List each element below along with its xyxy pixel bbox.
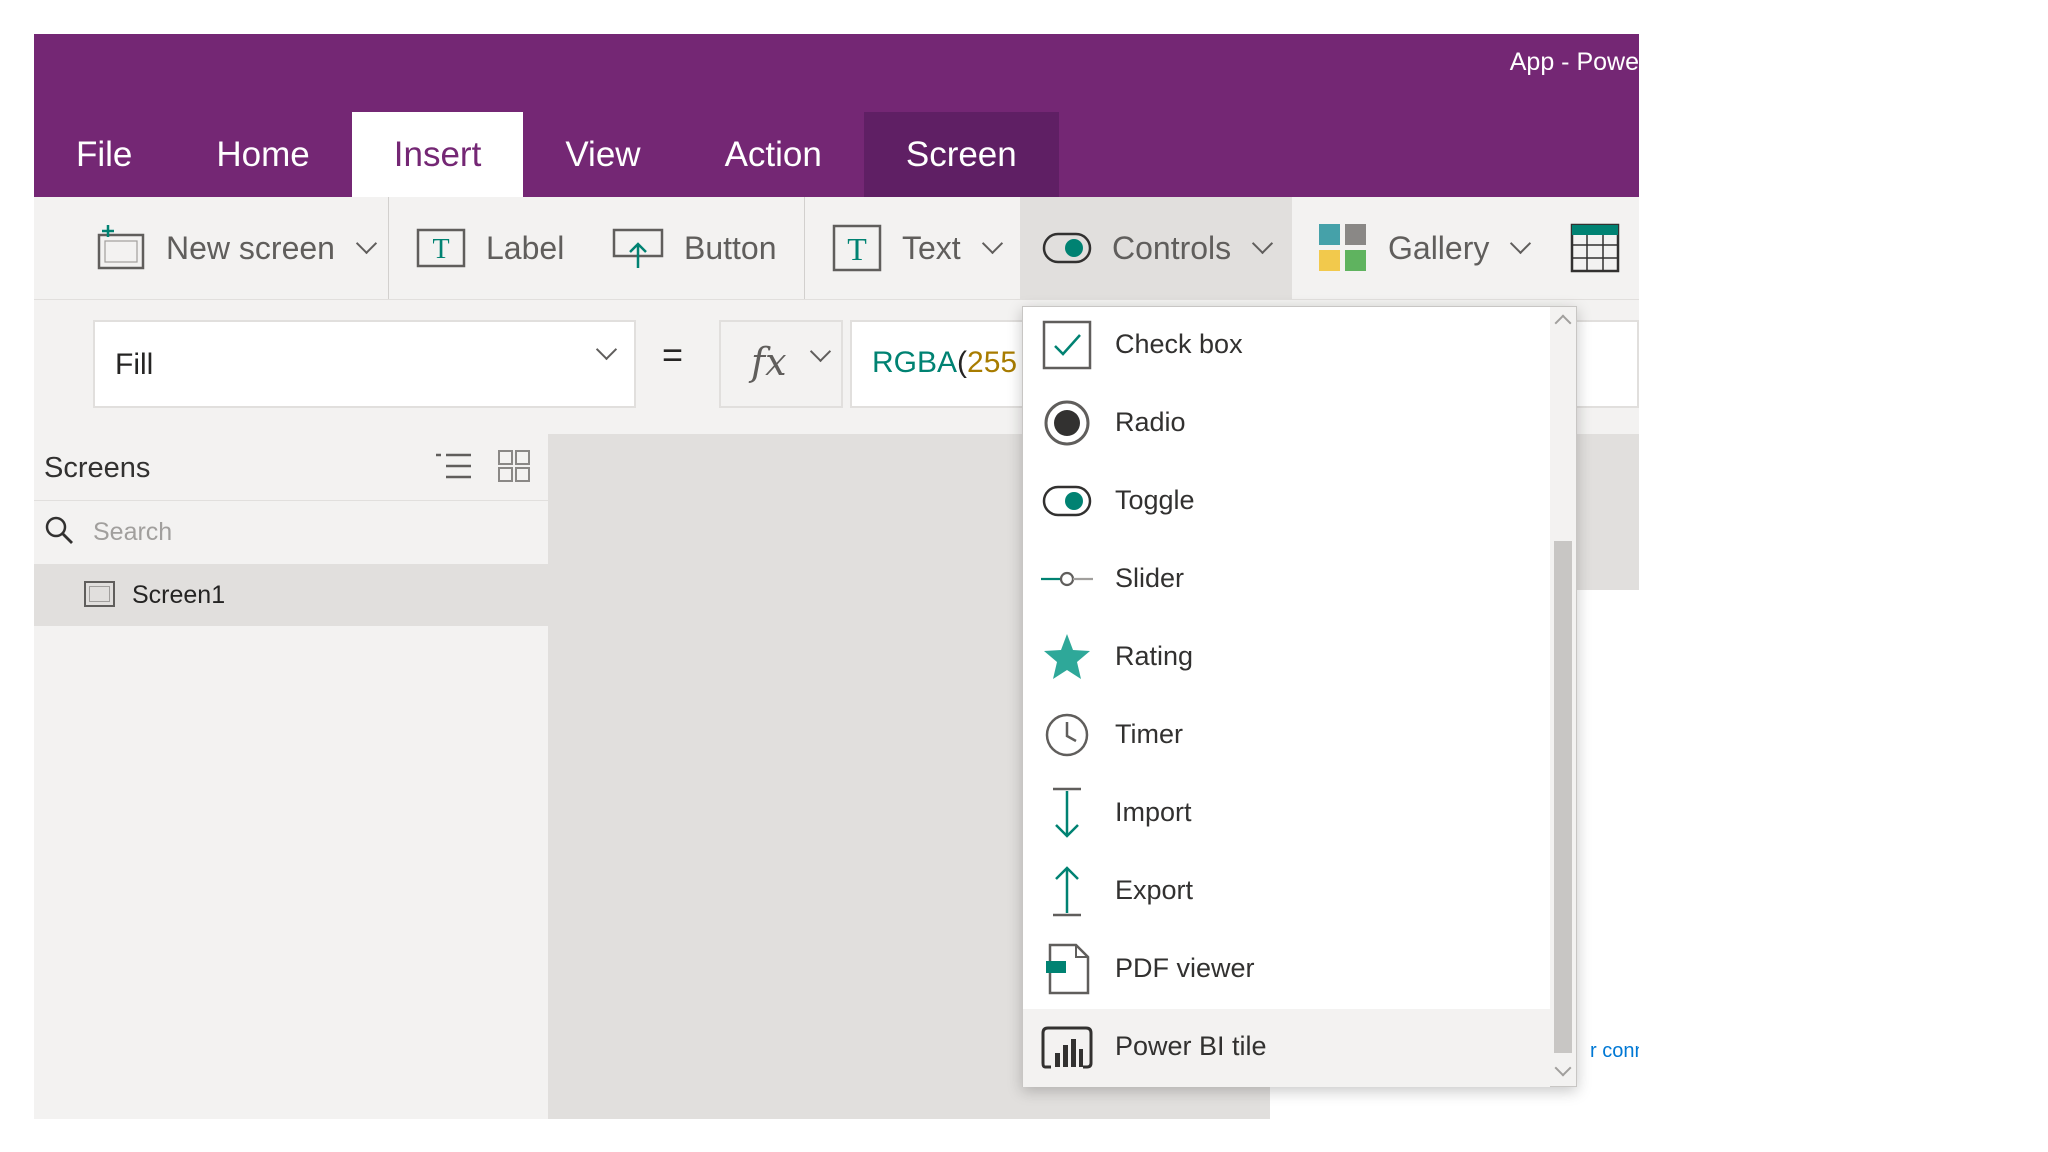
- svg-text:T: T: [432, 234, 449, 265]
- menu-item-rating[interactable]: Rating: [1023, 619, 1550, 697]
- new-screen-label: New screen: [166, 229, 335, 266]
- menu-item-label: Toggle: [1115, 485, 1195, 515]
- menu-item-toggle[interactable]: Toggle: [1023, 463, 1550, 541]
- tab-screen[interactable]: Screen: [863, 112, 1059, 197]
- pdf-icon: [1041, 943, 1093, 995]
- chevron-down-icon: [355, 232, 378, 254]
- chevron-down-icon: [981, 232, 1003, 254]
- menu-item-export[interactable]: Export: [1023, 853, 1550, 931]
- fx-button[interactable]: fx: [719, 320, 843, 408]
- controls-label: Controls: [1112, 229, 1232, 266]
- property-dropdown[interactable]: Fill: [93, 320, 636, 408]
- menu-item-timer[interactable]: Timer: [1023, 697, 1550, 775]
- svg-text:T: T: [847, 231, 867, 267]
- formula-function: RGBA: [872, 346, 958, 379]
- table-icon: [1570, 223, 1620, 273]
- button-icon: [612, 226, 664, 270]
- equals-sign: =: [662, 334, 684, 375]
- menu-item-power-bi-tile[interactable]: Power BI tile: [1023, 1009, 1550, 1087]
- tab-insert[interactable]: Insert: [351, 112, 524, 197]
- app-title: App - Powe: [1509, 48, 1639, 76]
- gallery-label: Gallery: [1388, 229, 1490, 266]
- toggle-icon: [1042, 231, 1092, 265]
- menu-item-label: PDF viewer: [1115, 953, 1255, 983]
- formula-number: 255: [967, 346, 1018, 379]
- title-bar: App - Powe File Home Insert View Action …: [34, 34, 1639, 197]
- ribbon-divider: [804, 197, 805, 299]
- list-view-icon[interactable]: [436, 450, 472, 487]
- chevron-down-icon: [1510, 232, 1532, 254]
- radio-icon: [1041, 397, 1093, 449]
- screen-list-item[interactable]: Screen1: [34, 564, 548, 626]
- scroll-down-icon[interactable]: [1554, 1059, 1572, 1077]
- chevron-down-icon: [595, 338, 618, 361]
- ribbon-tabs: File Home Insert View Action Screen: [34, 112, 1059, 197]
- scrollbar-thumb[interactable]: [1554, 541, 1572, 1053]
- slider-icon: [1041, 553, 1093, 605]
- menu-item-pdf-viewer[interactable]: PDF viewer: [1023, 931, 1550, 1009]
- tab-home[interactable]: Home: [174, 112, 351, 197]
- chevron-down-icon: [809, 340, 832, 363]
- label-label: Label: [486, 229, 565, 266]
- button-button[interactable]: Button: [612, 197, 777, 299]
- insert-ribbon: New screen T Label Button T Text Control…: [34, 197, 1639, 300]
- menu-item-label: Timer: [1115, 719, 1183, 749]
- thumbnail-view-icon[interactable]: [498, 450, 530, 487]
- clock-icon: [1041, 709, 1093, 761]
- tab-action[interactable]: Action: [683, 112, 864, 197]
- search-icon: [44, 515, 74, 550]
- controls-button[interactable]: Controls: [1020, 197, 1292, 299]
- menu-item-label: Export: [1115, 875, 1194, 905]
- toggle-icon: [1041, 475, 1093, 527]
- checkbox-icon: [1041, 319, 1093, 371]
- screen-icon: [84, 581, 115, 607]
- new-screen-icon: [96, 225, 146, 271]
- chevron-down-icon: [1252, 232, 1274, 254]
- menu-item-check-box[interactable]: Check box: [1023, 307, 1550, 385]
- menu-item-label: Radio: [1115, 407, 1186, 437]
- scroll-up-icon[interactable]: [1554, 314, 1572, 332]
- button-label: Button: [684, 229, 777, 266]
- property-value: Fill: [115, 348, 154, 381]
- tab-view[interactable]: View: [523, 112, 682, 197]
- pane-title: Screens: [44, 452, 151, 484]
- menu-item-label: Power BI tile: [1115, 1031, 1267, 1061]
- screens-pane: Screens Search Screen1: [34, 434, 549, 1119]
- data-table-button[interactable]: [1570, 197, 1620, 299]
- menu-item-label: Check box: [1115, 329, 1243, 359]
- menu-item-slider[interactable]: Slider: [1023, 541, 1550, 619]
- menu-scrollbar[interactable]: [1550, 307, 1576, 1086]
- menu-item-label: Import: [1115, 797, 1192, 827]
- menu-item-radio[interactable]: Radio: [1023, 385, 1550, 463]
- gallery-button[interactable]: Gallery: [1318, 197, 1532, 299]
- text-button[interactable]: T Text: [832, 197, 1003, 299]
- ribbon-divider: [388, 197, 389, 299]
- pane-view-toggles: [436, 450, 530, 487]
- powerbi-icon: [1041, 1021, 1093, 1073]
- arrow-down-icon: [1041, 787, 1093, 839]
- gallery-icon: [1318, 223, 1368, 273]
- label-button[interactable]: T Label: [416, 197, 564, 299]
- menu-item-label: Rating: [1115, 641, 1194, 671]
- formula-paren: (: [957, 346, 968, 379]
- menu-item-import[interactable]: Import: [1023, 775, 1550, 853]
- new-screen-button[interactable]: New screen: [96, 197, 378, 299]
- fx-icon: fx: [751, 340, 787, 384]
- canvas-link-text[interactable]: r conn: [1590, 1040, 1639, 1063]
- tab-file[interactable]: File: [34, 112, 174, 197]
- controls-dropdown-menu: Check box Radio Toggle Slider Rating Tim…: [1022, 306, 1577, 1087]
- screens-search[interactable]: Search: [34, 501, 548, 563]
- arrow-up-icon: [1041, 865, 1093, 917]
- text-icon: T: [832, 224, 882, 272]
- screen-label: Screen1: [132, 581, 226, 609]
- label-icon: T: [416, 228, 466, 268]
- star-icon: [1041, 631, 1093, 683]
- text-label: Text: [902, 229, 961, 266]
- formula-text: RGBA(255: [872, 346, 1017, 380]
- search-placeholder: Search: [93, 518, 173, 546]
- menu-item-label: Slider: [1115, 563, 1185, 593]
